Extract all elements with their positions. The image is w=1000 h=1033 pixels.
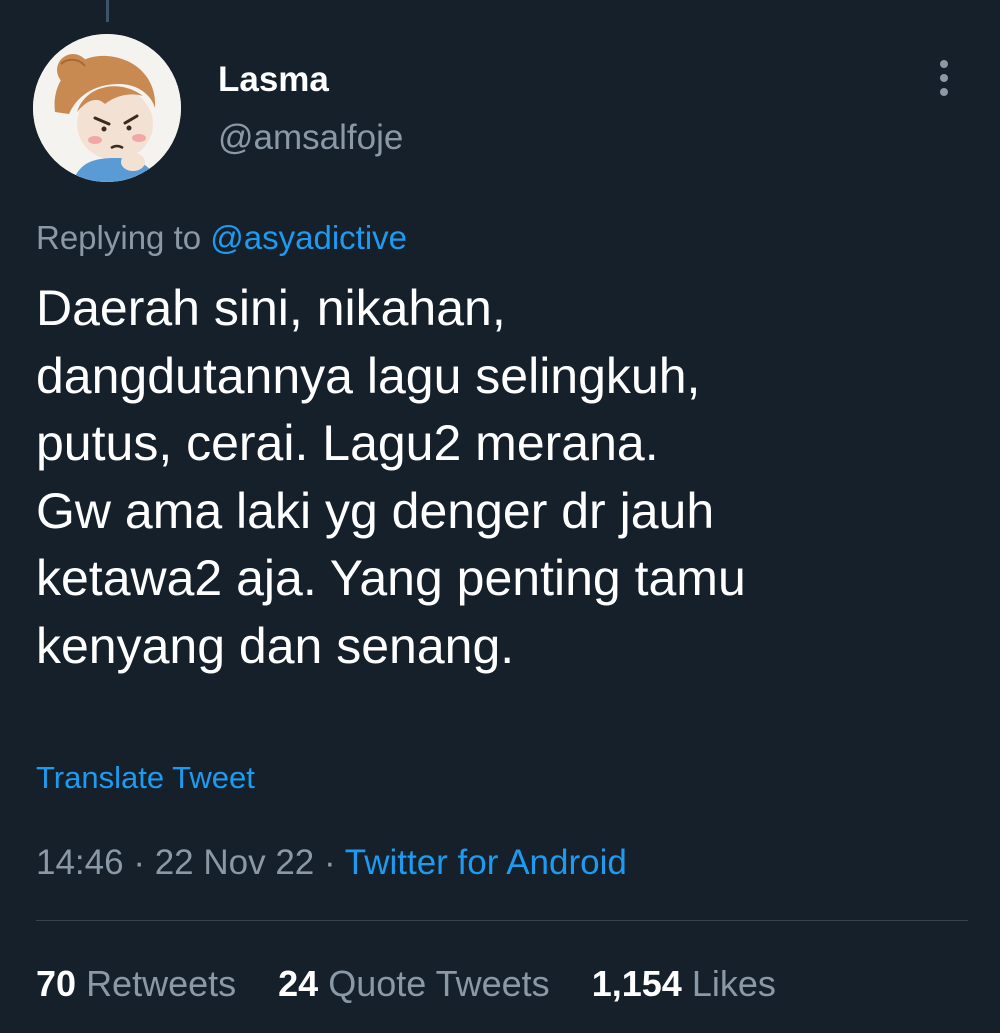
quote-tweets-count: 24 [278,963,319,1004]
quote-tweets-label: Quote Tweets [328,963,550,1004]
tweet-text-line: dangdutannya lagu selingkuh, [36,347,701,404]
display-name[interactable]: Lasma [218,59,329,101]
avatar-illustration [33,34,181,182]
tweet-text: Daerah sini, nikahan, dangdutannya lagu … [36,275,976,680]
avatar[interactable] [33,34,181,182]
thread-connector-line [106,0,109,22]
quote-tweets-stat[interactable]: 24 Quote Tweets [278,962,550,1006]
retweets-count: 70 [36,963,77,1004]
tweet-text-line: putus, cerai. Lagu2 merana. [36,415,659,471]
likes-stat[interactable]: 1,154 Likes [592,962,776,1006]
reply-to-handle-link[interactable]: @asyadictive [210,219,407,256]
tweet-metadata: 14:46 · 22 Nov 22 · Twitter for Android [36,841,627,885]
likes-count: 1,154 [591,963,682,1004]
tweet-text-line: Gw ama laki yg denger dr jauh [36,482,715,539]
translate-tweet-link[interactable]: Translate Tweet [36,758,255,798]
tweet-text-line: ketawa2 aja. Yang penting tamu [36,550,746,606]
more-vertical-icon [940,60,948,96]
user-handle[interactable]: @amsalfoje [218,117,403,159]
tweet-text-line: Daerah sini, nikahan, [36,280,506,336]
tweet-stats: 70 Retweets 24 Quote Tweets 1,154 Likes [36,962,808,1006]
meta-separator: · [324,843,336,882]
tweet-source-link[interactable]: Twitter for Android [345,843,627,882]
tweet-text-line: kenyang dan senang. [36,617,515,674]
retweets-stat[interactable]: 70 Retweets [36,962,236,1006]
replying-to-label: Replying to [36,219,202,256]
more-options-button[interactable] [926,56,962,100]
retweets-label: Retweets [86,963,237,1004]
divider [36,920,968,921]
tweet-date[interactable]: 22 Nov 22 [155,843,315,882]
replying-to-line: Replying to @asyadictive [36,217,407,259]
likes-label: Likes [691,963,776,1004]
meta-separator: · [133,843,145,882]
tweet-time[interactable]: 14:46 [36,843,124,882]
